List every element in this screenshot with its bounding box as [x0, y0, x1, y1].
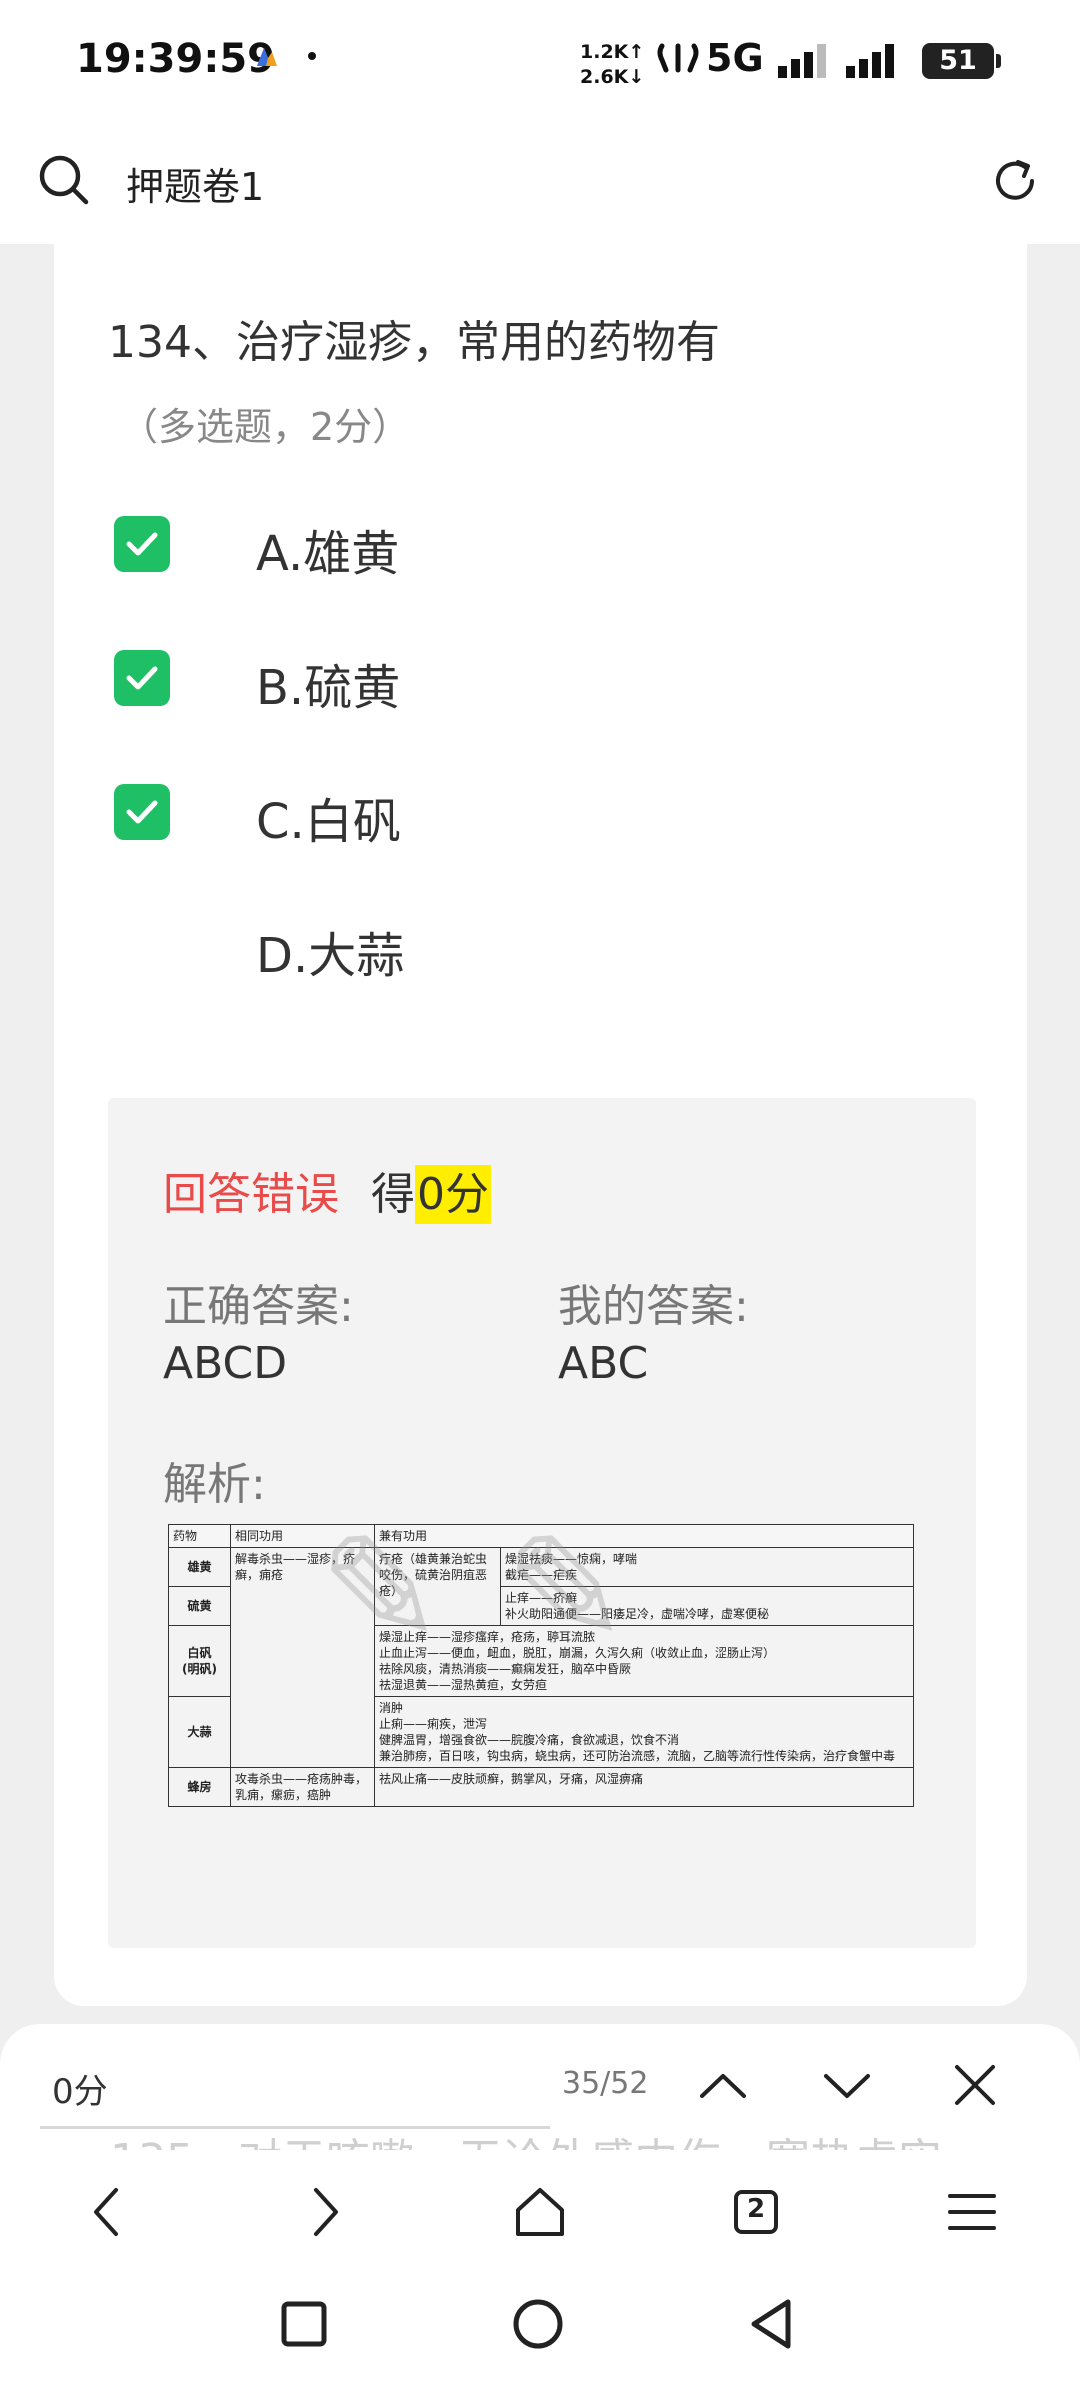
next-question-peek: 135、对于咳嗽，无论外感内伤，寒热虚实	[0, 2110, 1080, 2150]
table-cell: 攻毒杀虫——疮疡肿毒，乳痈，瘰疬，癌肿	[230, 1767, 375, 1807]
option-label: B.硫黄	[256, 660, 401, 716]
option-d[interactable]: D.大蒜	[114, 906, 714, 986]
table-cell: 雄黄	[168, 1547, 231, 1587]
table-header-row: 药物 相同功用 兼有功用	[168, 1524, 914, 1548]
result-panel: 回答错误 得0分 正确答案: ABCD 我的答案: ABC 解析: 药物 相同功…	[108, 1098, 976, 1948]
network-speed: 1.2K↑ 2.6K↓	[580, 40, 644, 90]
wifi-calling-icon	[657, 43, 699, 73]
close-icon[interactable]	[952, 2062, 998, 2108]
system-navigation-bar	[0, 2280, 1080, 2400]
table-cell: 蜂房	[168, 1767, 231, 1807]
analysis-table-image[interactable]: 药物 相同功用 兼有功用 雄黄 解毒杀虫——湿疹，疥癣，痈疮 疔疮（雄黄兼治蛇虫…	[168, 1524, 914, 1892]
page-title: 押题卷1	[126, 165, 265, 209]
back-triangle-icon[interactable]	[740, 2292, 804, 2356]
option-b[interactable]: B.硫黄	[114, 638, 714, 718]
net-up-text: 1.2K↑	[580, 41, 645, 63]
score-prefix: 得	[371, 1169, 415, 1220]
question-type: （多选题，2分）	[120, 405, 411, 449]
status-time: 19:39:59	[76, 36, 275, 82]
option-a[interactable]: A.雄黄	[114, 504, 714, 584]
table-cell: 白矾 (明矾)	[168, 1625, 231, 1697]
checkbox-checked-icon	[114, 516, 170, 572]
table-cell: 燥湿祛痰——惊痫，哮喘 截疟——疟疾	[500, 1547, 914, 1587]
option-label: A.雄黄	[256, 526, 400, 582]
status-bar: 19:39:59 1.2K↑ 2.6K↓ 5G 51	[0, 0, 1080, 120]
net-down-text: 2.6K↓	[580, 66, 645, 88]
app-notification-icon	[257, 48, 277, 66]
refresh-icon[interactable]	[990, 156, 1040, 206]
search-icon[interactable]	[36, 152, 92, 208]
checkbox-checked-icon	[114, 784, 170, 840]
table-cell: 硫黄	[168, 1586, 231, 1626]
my-answer-value: ABC	[558, 1338, 649, 1389]
result-status: 回答错误	[163, 1169, 339, 1220]
tab-count: 2	[746, 2194, 766, 2224]
table-cell: 止痒——疥癣 补火助阳通便——阳痿足冷，虚喘冷哮，虚寒便秘	[500, 1586, 914, 1626]
app-header: 押题卷1	[0, 120, 1080, 244]
forward-arrow-icon[interactable]	[292, 2180, 356, 2244]
chevron-down-icon[interactable]	[822, 2066, 872, 2106]
result-score: 得0分	[371, 1158, 491, 1224]
home-icon[interactable]	[508, 2180, 572, 2244]
tabs-button[interactable]: 2	[724, 2180, 788, 2244]
table-cell: 大蒜	[168, 1696, 231, 1768]
menu-icon[interactable]	[940, 2180, 1004, 2244]
question-title: 134、治疗湿疹，常用的药物有	[108, 317, 720, 368]
score-value: 0分	[415, 1165, 491, 1224]
chevron-up-icon[interactable]	[698, 2066, 748, 2106]
option-c[interactable]: C.白矾	[114, 772, 714, 852]
home-circle-icon[interactable]	[506, 2292, 570, 2356]
correct-answer-value: ABCD	[163, 1338, 288, 1389]
correct-answer-label: 正确答案:	[163, 1281, 354, 1332]
back-arrow-icon[interactable]	[76, 2180, 140, 2244]
checkbox-checked-icon	[114, 650, 170, 706]
my-answer-label: 我的答案:	[558, 1281, 749, 1332]
browser-toolbar: 2	[0, 2150, 1080, 2280]
table-row: 蜂房 攻毒杀虫——疮疡肿毒，乳痈，瘰疬，癌肿 祛风止痛——皮肤顽癣，鹅掌风，牙痛…	[168, 1767, 914, 1807]
analysis-table: 药物 相同功用 兼有功用 雄黄 解毒杀虫——湿疹，疥癣，痈疮 疔疮（雄黄兼治蛇虫…	[168, 1524, 914, 1807]
table-header: 相同功用	[230, 1524, 375, 1548]
status-dot	[308, 52, 316, 60]
option-label: D.大蒜	[256, 928, 405, 984]
table-row: 雄黄 解毒杀虫——湿疹，疥癣，痈疮 疔疮（雄黄兼治蛇虫咬伤，硫黄治阴疽恶疮） 燥…	[168, 1547, 914, 1768]
total-score: 0分	[52, 2072, 108, 2112]
table-cell: 消肿 止痢——痢疾，泄泻 健脾温胃，增强食欲——脘腹冷痛，食欲减退，饮食不消 兼…	[374, 1696, 914, 1768]
question-progress[interactable]: 35/52	[562, 2066, 648, 2101]
recent-apps-icon[interactable]	[272, 2292, 336, 2356]
question-card: 134、治疗湿疹，常用的药物有 （多选题，2分） A.雄黄 B.硫黄 C.白矾 …	[54, 244, 1027, 2006]
network-type: 5G	[706, 36, 764, 80]
option-label: C.白矾	[256, 794, 401, 850]
signal-icon-2	[846, 44, 894, 78]
table-cell: 疔疮（雄黄兼治蛇虫咬伤，硫黄治阴疽恶疮）	[374, 1547, 501, 1626]
table-cell: 祛风止痛——皮肤顽癣，鹅掌风，牙痛，风湿痹痛	[374, 1767, 914, 1807]
table-header: 兼有功用	[374, 1524, 914, 1548]
table-cell: 解毒杀虫——湿疹，疥癣，痈疮	[230, 1547, 375, 1768]
signal-icon	[778, 44, 826, 78]
next-question-text: 135、对于咳嗽，无论外感内伤，寒热虚实	[110, 2124, 942, 2150]
table-cell: 燥湿止痒——湿疹瘙痒，疮疡，聤耳流脓 止血止泻——便血，衄血，脱肛，崩漏，久泻久…	[374, 1625, 914, 1697]
analysis-label: 解析:	[163, 1459, 266, 1510]
battery-icon: 51	[922, 43, 1001, 79]
table-header: 药物	[168, 1524, 231, 1548]
